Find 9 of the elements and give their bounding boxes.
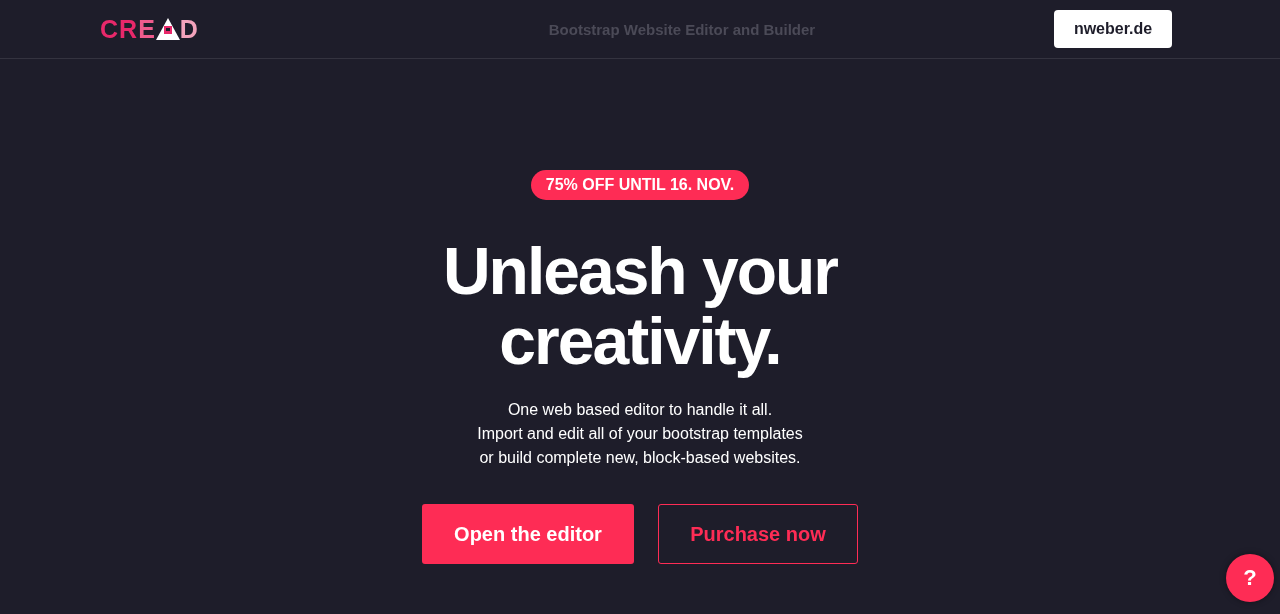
discount-badge: 75% OFF UNTIL 16. NOV. bbox=[530, 170, 750, 200]
open-editor-button[interactable]: Open the editor bbox=[422, 504, 634, 564]
help-button[interactable]: ? bbox=[1226, 554, 1274, 602]
logo[interactable]: CRE D bbox=[100, 14, 400, 44]
triangle-icon bbox=[155, 18, 180, 40]
purchase-button[interactable]: Purchase now bbox=[658, 504, 858, 564]
hero-description: One web based editor to handle it all. Import and edit all of your bootstrap templates or build complete new, block-based websites. bbox=[477, 400, 803, 468]
account-button[interactable]: nweber.de bbox=[1054, 10, 1172, 48]
hero-heading: Unleash your creativity. bbox=[442, 236, 838, 376]
